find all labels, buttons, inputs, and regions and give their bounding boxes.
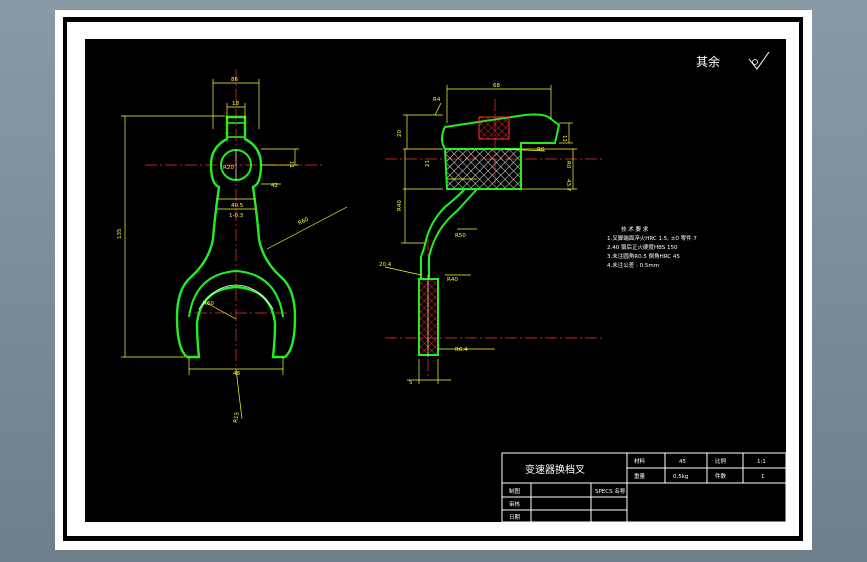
- material-value: 45: [679, 459, 686, 465]
- side-dim-13: 5: [409, 380, 413, 386]
- drawing-area[interactable]: 其余 86 18 R20 11 42 40.5 1-0.3 R60 135 R6…: [85, 39, 786, 522]
- cad-drawing: 其余 86 18 R20 11 42 40.5 1-0.3 R60 135 R6…: [117, 51, 786, 522]
- front-dim-4: 42: [271, 183, 278, 189]
- school-label: SPECS 名称: [595, 487, 626, 495]
- weight-value: 0.5kg: [673, 474, 688, 480]
- roughness-note: 其余: [696, 51, 770, 70]
- side-dim-7: 43.7: [565, 179, 571, 192]
- front-dim-5: 40.5: [231, 203, 244, 209]
- side-dim-8: R40: [397, 200, 403, 211]
- side-dim-3: 11: [561, 135, 567, 142]
- tech-req-2: 2.40 锻后正火硬度HBS 150: [607, 243, 678, 251]
- front-dim-8: 135: [117, 228, 123, 239]
- front-dim-7: R60: [297, 217, 310, 227]
- side-dim-0: 68: [493, 83, 500, 89]
- front-view: 86 18 R20 11 42 40.5 1-0.3 R60 135 R60 4…: [117, 69, 348, 423]
- side-dim-11: R40: [447, 277, 458, 283]
- front-dim-11: R15: [233, 411, 241, 423]
- front-dim-9: R60: [203, 301, 214, 307]
- technical-requirements: 技 术 要 求 1.叉脚端面淬火HRC 1.5, ±0 零件 7 2.40 锻后…: [607, 225, 697, 269]
- side-dim-9: R50: [455, 233, 466, 239]
- front-dim-2: R20: [223, 165, 234, 171]
- tech-req-3: 3.未注圆角R0.5 倒角HRC 45: [607, 252, 680, 260]
- front-dim-0: 86: [231, 77, 238, 83]
- side-view: 68 R4 20 11 R6 21 R0 43.7 R40 R50 20.4 R…: [379, 83, 605, 386]
- side-dim-2: 20: [397, 130, 403, 137]
- side-dim-4: R6: [537, 147, 545, 153]
- cad-viewport[interactable]: 其余 86 18 R20 11 42 40.5 1-0.3 R60 135 R6…: [0, 0, 867, 562]
- front-dim-1: 18: [232, 101, 239, 107]
- scale-label: 比例: [715, 457, 727, 465]
- weight-label: 重量: [634, 472, 646, 480]
- material-label: 材料: [634, 457, 646, 465]
- side-dim-5: 21: [425, 160, 431, 167]
- date-label: 日期: [509, 514, 521, 521]
- side-dim-1: R4: [433, 97, 441, 103]
- front-dim-3: 11: [288, 161, 294, 168]
- drawn-label: 制图: [509, 487, 521, 495]
- front-dim-6: 1-0.3: [229, 213, 244, 219]
- roughness-note-text: 其余: [696, 54, 720, 69]
- side-dim-12: R6.4: [455, 347, 468, 353]
- tech-req-1: 1.叉脚端面淬火HRC 1.5, ±0 零件 7: [607, 234, 697, 242]
- side-dim-6: R0: [565, 161, 571, 169]
- tech-req-4: 4.未注公差 : 0.5mm: [607, 261, 659, 269]
- scale-value: 1:1: [757, 459, 766, 465]
- quantity-value: 1: [761, 474, 765, 480]
- part-name: 变速器换档叉: [525, 463, 585, 476]
- front-dim-10: 48: [233, 371, 240, 377]
- side-dim-10: 20.4: [379, 262, 392, 268]
- quantity-label: 件数: [715, 472, 727, 480]
- title-block: 变速器换档叉 材料 45 比例 1:1 重量 0.5kg 件数 1 制图 SPE…: [501, 452, 786, 522]
- checked-label: 审核: [509, 500, 521, 508]
- tech-req-title: 技 术 要 求: [621, 225, 649, 233]
